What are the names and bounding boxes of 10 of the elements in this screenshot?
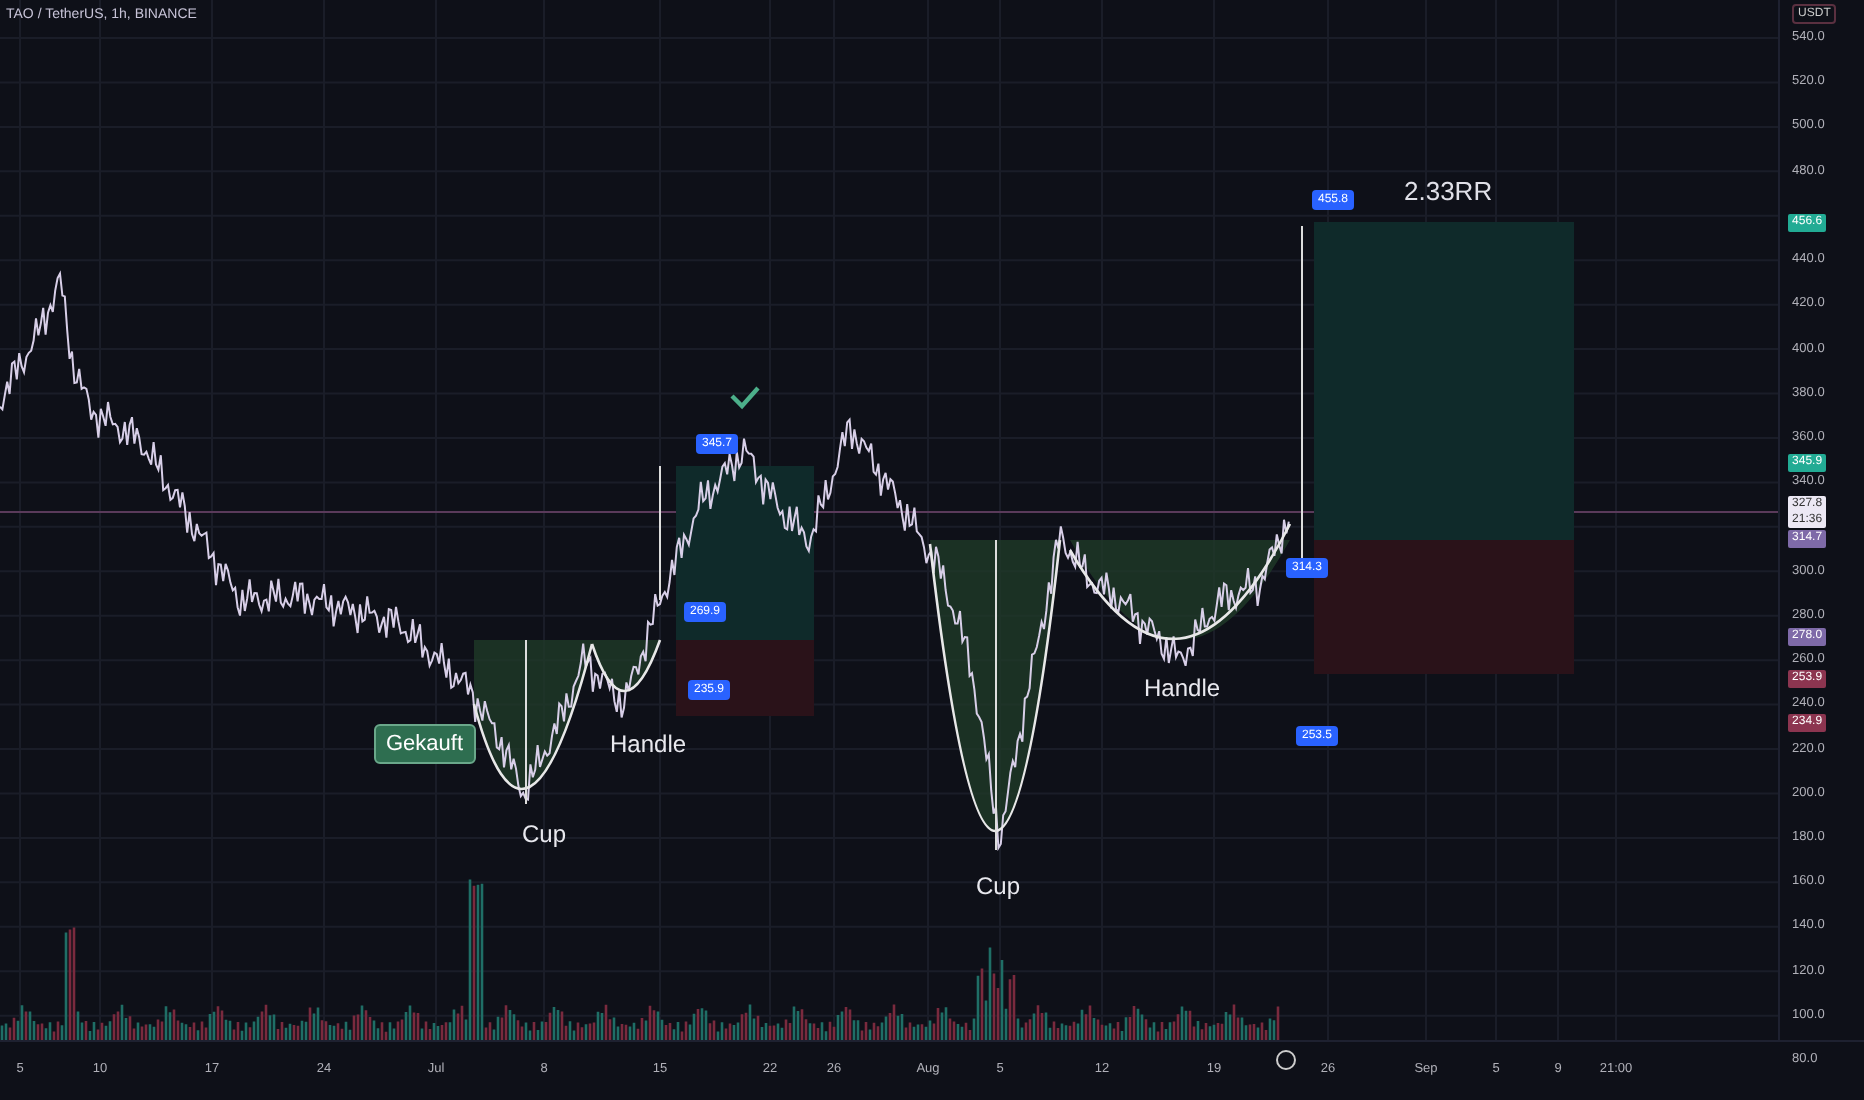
risk-reward-label: 2.33RR (1404, 176, 1493, 206)
annotation-tag: Gekauft (374, 724, 476, 764)
vertical-line (659, 465, 661, 601)
annotation-text: Handle (1144, 674, 1221, 702)
annotation-text: Handle (610, 730, 687, 758)
annotation-text: Cup (976, 872, 1021, 900)
annotation-text: Cup (522, 820, 567, 848)
event-icon[interactable] (1276, 1050, 1296, 1070)
checkmark-icon (730, 386, 760, 410)
loss-zone (676, 640, 814, 716)
